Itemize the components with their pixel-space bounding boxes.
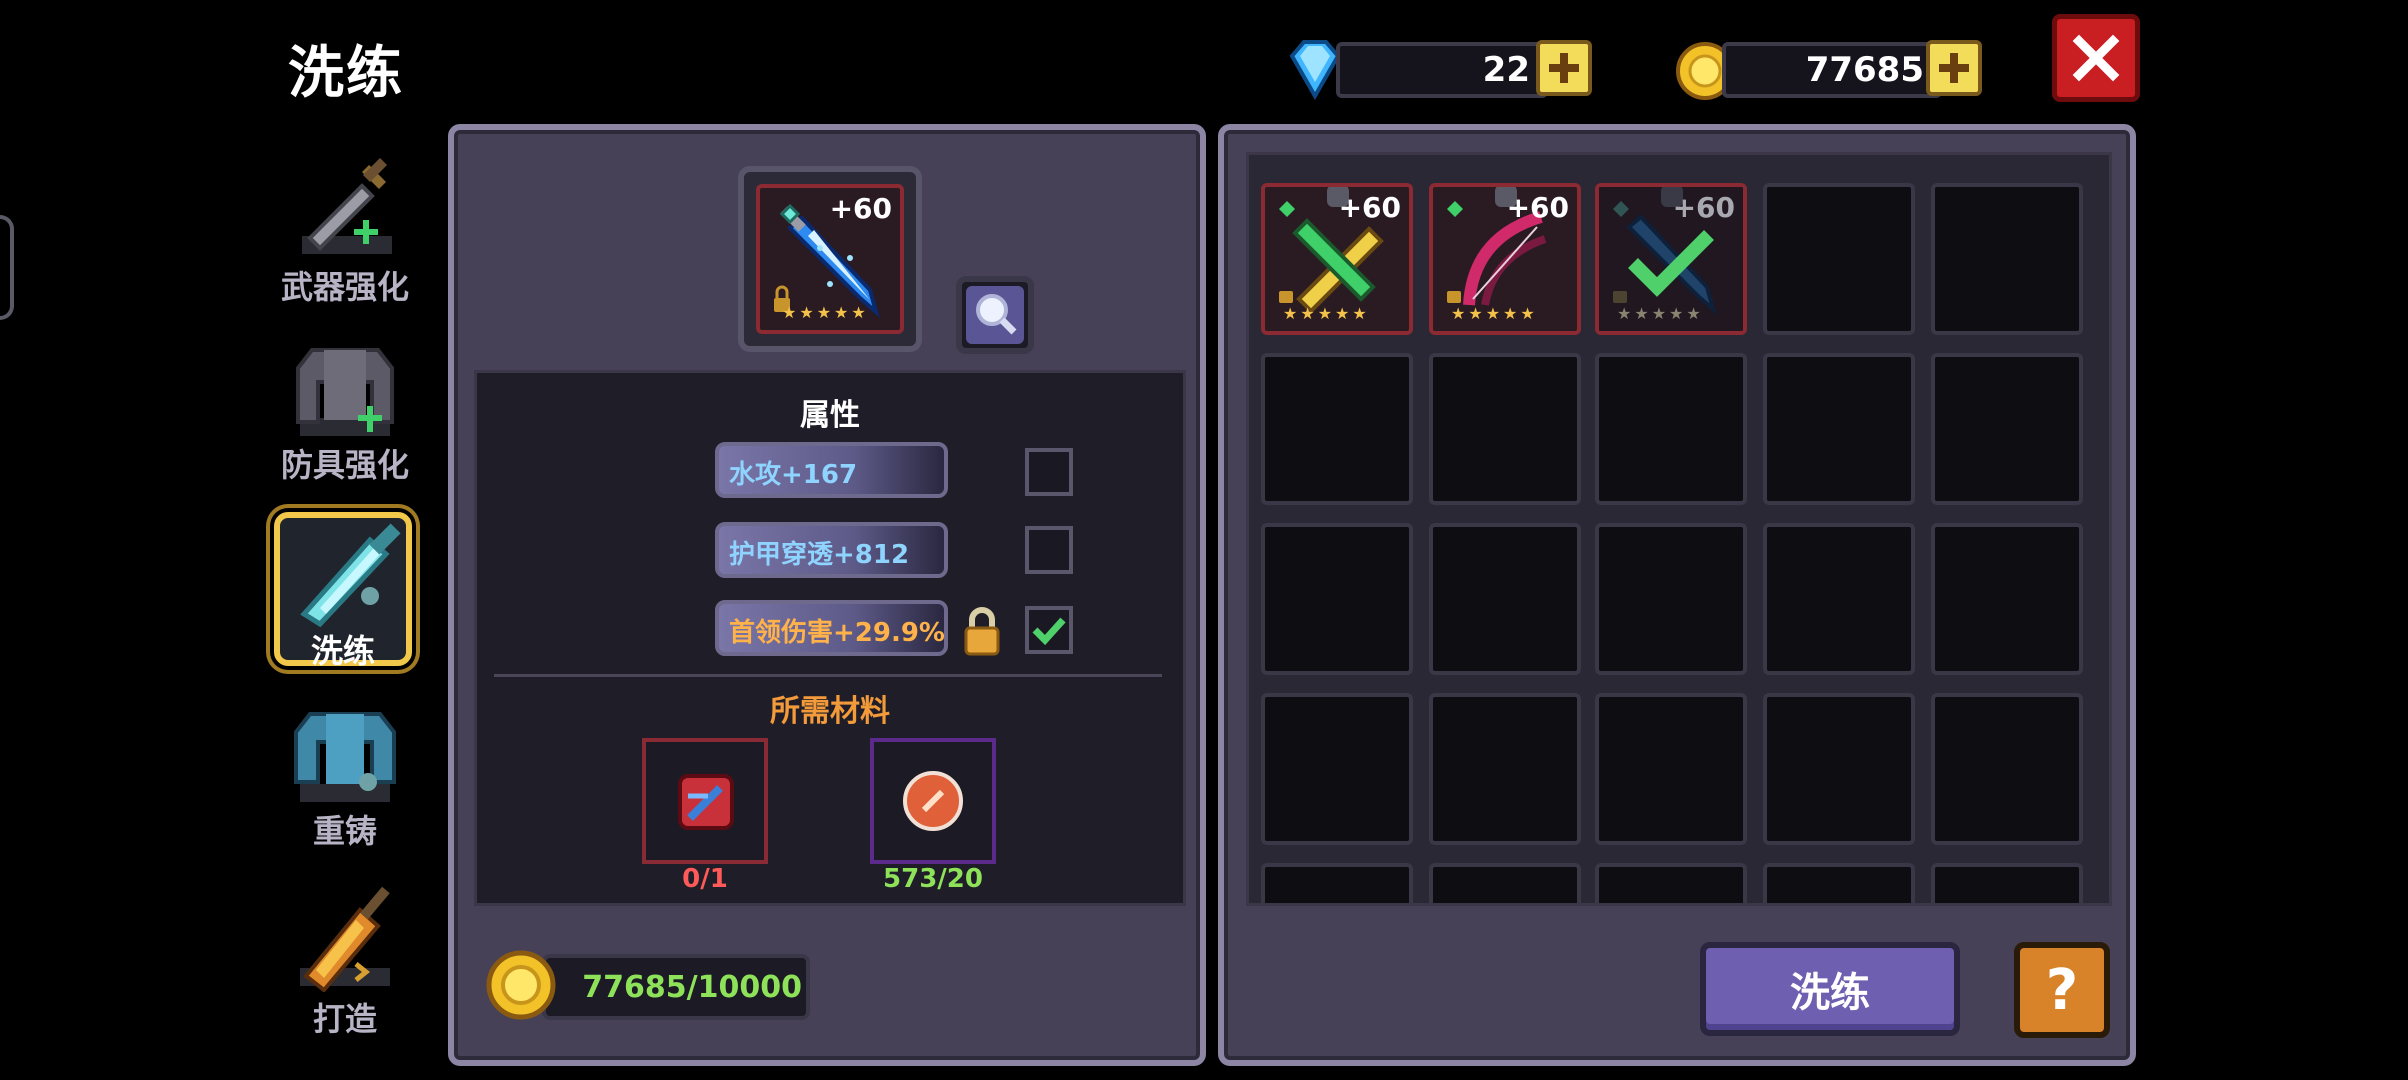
item-stars: ★★★★★ [1283,304,1370,323]
inventory-slot-empty[interactable] [1931,863,2083,903]
inventory-slot-empty[interactable] [1429,693,1581,845]
checkmark-icon [1032,617,1066,646]
page-title: 洗练 [288,41,404,106]
inventory-slot-empty[interactable] [1931,183,2083,335]
recast-armor-icon [290,706,400,806]
inventory-slot-empty[interactable] [1595,863,1747,903]
material-slot-2[interactable] [870,738,996,864]
item-level: +60 [1672,191,1735,224]
attribute-lock-checkbox-3[interactable] [1025,606,1073,654]
sidebar-item-forge[interactable]: 打造 [270,880,420,1050]
inventory-slot-empty[interactable] [1261,863,1413,903]
inventory-slot-selected[interactable]: +60 ★★★★★ [1595,183,1747,335]
diamond-counter: 22 [1336,42,1548,98]
item-level: +60 [1506,191,1569,224]
inventory-slot-empty[interactable] [1931,523,2083,675]
sidebar-item-armor-upgrade[interactable]: 防具强化 [270,340,420,510]
red-sword-scroll-icon [678,774,734,830]
close-button[interactable] [2052,14,2140,102]
divider [494,674,1162,677]
equipped-item-frame[interactable]: +60 ★★★★★ [738,166,922,352]
help-button[interactable]: ? [2014,942,2110,1038]
sidebar-label-weapon-upgrade: 武器强化 [280,268,409,306]
inventory-slot-empty[interactable] [1261,353,1413,505]
sidebar-item-recast[interactable]: 重铸 [270,706,420,876]
cost-amount: 77685/10000 [582,970,802,1005]
item-stars: ★★★★★ [1617,304,1704,323]
inventory-slot-empty[interactable] [1931,693,2083,845]
material-slot-1[interactable] [642,738,768,864]
sword-upgrade-icon [292,150,402,260]
refine-button[interactable]: 洗练 [1700,942,1960,1036]
attribute-row-boss-damage: 首领伤害+29.9% [715,600,948,656]
attribute-lock-checkbox-2[interactable] [1025,526,1073,574]
equipped-item-level: +60 [829,192,892,225]
attributes-heading: 属性 [800,398,860,433]
inventory-slot-empty[interactable] [1595,693,1747,845]
inventory-slot-empty[interactable] [1763,353,1915,505]
attribute-lock-checkbox-1[interactable] [1025,448,1073,496]
cost-gold-coin-icon [484,948,558,1022]
inventory-slot-empty[interactable] [1261,693,1413,845]
gold-amount: 77685 [1805,50,1924,90]
edge-tab [0,215,14,320]
gold-counter: 77685 [1722,42,1942,98]
sidebar-label-forge: 打造 [312,1000,377,1038]
item-stars: ★★★★★ [1451,304,1538,323]
attribute-row-armor-penetration: 护甲穿透+812 [715,522,948,578]
item-level: +60 [1338,191,1401,224]
inventory-slot-empty[interactable] [1763,693,1915,845]
inventory-slot-empty[interactable] [1763,183,1915,335]
sidebar-item-refine[interactable]: 洗练 [274,512,412,670]
inventory-slot[interactable]: +60 ★★★★★ [1429,183,1581,335]
sidebar-label-recast: 重铸 [312,812,377,850]
attribute-row-water-attack: 水攻+167 [715,442,948,498]
add-gold-button[interactable] [1926,40,1982,96]
magnifier-icon [976,294,1017,335]
orange-gem-icon [903,771,963,831]
sidebar-item-weapon-upgrade[interactable]: 武器强化 [270,150,420,320]
diamond-amount: 22 [1482,50,1530,90]
forge-icon [290,880,400,993]
inventory-slot-empty[interactable] [1429,353,1581,505]
inventory-slot-empty[interactable] [1261,523,1413,675]
sidebar-label-refine: 洗练 [310,632,375,670]
add-diamonds-button[interactable] [1536,40,1592,96]
padlock-icon [960,604,1004,656]
inventory-slot-empty[interactable] [1763,523,1915,675]
inventory-slot-empty[interactable] [1595,523,1747,675]
inventory-slot-empty[interactable] [1429,863,1581,903]
materials-heading: 所需材料 [770,694,890,729]
checkmark-icon [1628,230,1714,297]
material-count-2: 573/20 [883,864,983,894]
armor-upgrade-icon [290,340,400,440]
inventory-slot-empty[interactable] [1595,353,1747,505]
sidebar-label-armor-upgrade: 防具强化 [280,446,409,484]
inventory-slot-empty[interactable] [1763,863,1915,903]
close-icon [2072,34,2120,82]
inventory-slot[interactable]: +60 ★★★★★ [1261,183,1413,335]
inspect-button[interactable] [956,276,1034,354]
inventory-grid: +60 ★★★★★ +60 ★★★★★ +60 ★★★★★ [1246,152,2112,906]
equipped-item-slot: +60 ★★★★★ [756,184,904,334]
material-count-1: 0/1 [682,864,728,894]
inventory-slot-empty[interactable] [1931,353,2083,505]
refine-sword-icon [290,518,410,628]
inventory-slot-empty[interactable] [1429,523,1581,675]
equipped-item-stars: ★★★★★ [782,303,869,322]
